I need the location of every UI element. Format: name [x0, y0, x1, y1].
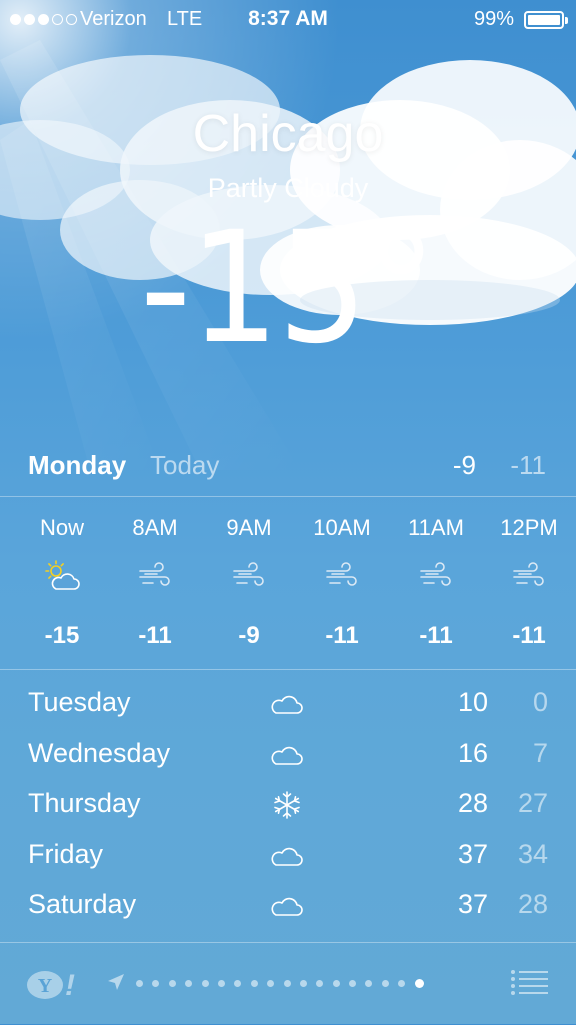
current-temperature: -15°	[140, 199, 437, 378]
location-arrow-icon[interactable]	[107, 973, 125, 991]
daily-high: 10	[457, 687, 488, 717]
wind-icon	[326, 562, 357, 586]
page-dot	[168, 980, 176, 987]
daily-row: Thursday 28 27	[0, 780, 576, 831]
cloud-icon	[271, 695, 303, 714]
bottom-toolbar: Y !	[0, 942, 576, 1025]
daily-high: 28	[457, 788, 488, 818]
daily-low: 7	[532, 737, 548, 768]
daily-row: Saturday 37 28	[0, 881, 576, 932]
page-dot	[283, 980, 291, 987]
daily-low: 28	[517, 889, 548, 919]
hour-temp: -11	[419, 622, 453, 649]
daily-high: 37	[457, 838, 488, 869]
battery-percent: 99%	[473, 8, 514, 30]
cloud-icon	[271, 746, 303, 765]
daily-row: Wednesday 16 7	[0, 730, 576, 781]
page-dot	[365, 980, 373, 987]
hour-temp: -11	[512, 622, 546, 649]
wind-icon	[420, 562, 451, 586]
page-dot	[316, 980, 324, 987]
today-low: -11	[510, 450, 546, 480]
page-dot	[398, 980, 406, 987]
list-menu-icon[interactable]	[510, 969, 548, 997]
status-bar: Verizon LTE 8:37 AM 99%	[0, 0, 576, 40]
hour-time: 11AM	[408, 515, 464, 540]
page-dot	[152, 980, 160, 987]
page-dot-current	[414, 979, 424, 988]
hourly-forecast[interactable]: Now -15 8AM -11 9AM -9 10AM -11 11AM -11…	[0, 497, 576, 670]
daily-row: Tuesday 10 0	[0, 679, 576, 730]
page-dot	[381, 980, 389, 987]
page-dot	[299, 980, 307, 987]
daily-row: Friday 37 34	[0, 831, 576, 882]
daily-day: Thursday	[28, 788, 141, 818]
battery-icon	[524, 11, 568, 29]
daily-day: Saturday	[28, 889, 137, 919]
wind-icon	[139, 562, 170, 586]
svg-text:Y: Y	[38, 975, 53, 997]
daily-low: 34	[517, 838, 548, 869]
today-day: Monday	[28, 450, 127, 480]
snowflake-icon	[274, 791, 300, 819]
daily-day: Tuesday	[28, 687, 131, 717]
page-dot	[136, 980, 143, 987]
today-high: -9	[452, 450, 476, 480]
partly-sunny-icon	[45, 560, 80, 590]
hour-temp: -9	[238, 622, 260, 649]
daily-forecast[interactable]: Tuesday 10 0 Wednesday 16 7 Thursday 28 …	[0, 679, 576, 932]
cloud-icon	[271, 897, 303, 916]
page-dot	[217, 980, 225, 987]
hour-temp: -15	[44, 622, 80, 649]
hour-time: 12PM	[500, 515, 558, 540]
hour-time: 8AM	[132, 515, 178, 540]
page-dot	[185, 980, 193, 987]
yahoo-logo-icon[interactable]: Y !	[26, 969, 78, 1001]
hour-time: 10AM	[313, 515, 371, 540]
daily-day: Friday	[28, 838, 104, 869]
page-dot	[332, 980, 340, 987]
hour-temp: -11	[138, 622, 172, 649]
today-label: Today	[150, 450, 220, 480]
cloud-icon	[271, 847, 303, 866]
page-dot	[267, 980, 275, 987]
city-name: Chicago	[192, 105, 384, 163]
daily-low: 27	[517, 788, 548, 818]
page-indicator[interactable]	[136, 979, 424, 988]
hour-time: 9AM	[226, 515, 272, 540]
page-dot	[349, 980, 357, 987]
today-summary[interactable]: Monday Today -9 -11	[0, 440, 576, 497]
hour-time: Now	[39, 515, 84, 540]
daily-low: 0	[532, 687, 548, 717]
hour-temp: -11	[325, 622, 359, 649]
svg-text:!: !	[65, 969, 75, 1001]
page-dot	[201, 980, 209, 987]
daily-high: 16	[457, 737, 488, 768]
page-dot	[250, 980, 258, 987]
page-dot	[234, 980, 242, 987]
daily-day: Wednesday	[28, 737, 171, 768]
wind-icon	[513, 562, 544, 586]
daily-high: 37	[457, 889, 488, 919]
wind-icon	[233, 562, 264, 586]
